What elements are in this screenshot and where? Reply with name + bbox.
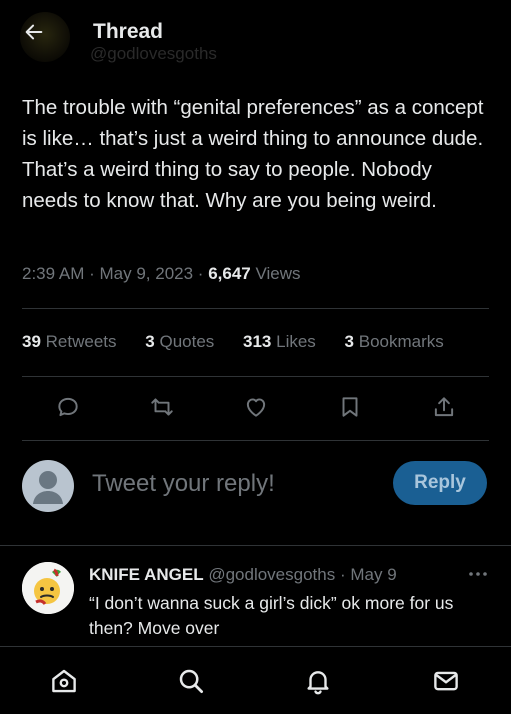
retweet-icon xyxy=(151,398,173,416)
faded-handle: @godlovesgoths xyxy=(90,44,217,63)
stat-bookmarks[interactable]: 3 Bookmarks xyxy=(345,332,444,352)
comment-author-name[interactable]: KNIFE ANGEL xyxy=(89,565,204,584)
meta-separator: · xyxy=(89,264,100,283)
reply-submit-button[interactable]: Reply xyxy=(393,461,487,505)
views-label: Views xyxy=(255,264,301,283)
nav-home[interactable] xyxy=(48,665,80,697)
comment-text: “I don’t wanna suck a girl’s dick” ok mo… xyxy=(89,593,454,638)
bookmark-button[interactable] xyxy=(335,392,365,422)
stat-count: 313 xyxy=(243,332,272,351)
comment-avatar[interactable] xyxy=(22,562,74,614)
stat-label: Quotes xyxy=(159,332,215,351)
nav-messages[interactable] xyxy=(430,665,462,697)
comment-date[interactable]: May 9 xyxy=(350,565,396,584)
nav-notifications[interactable] xyxy=(302,665,334,697)
more-options-button[interactable] xyxy=(467,564,489,584)
tweet-meta: 2:39 AM · May 9, 2023 · 6,647 Views xyxy=(22,264,301,284)
stat-retweets[interactable]: 39 Retweets xyxy=(22,332,117,352)
tweet-date[interactable]: May 9, 2023 xyxy=(100,264,194,283)
nav-search[interactable] xyxy=(175,665,207,697)
stat-count: 39 xyxy=(22,332,41,351)
tweet-text: The trouble with “genital preferences” a… xyxy=(22,96,484,212)
arrow-left-icon xyxy=(25,24,43,40)
tweet-actions xyxy=(0,392,511,422)
reply-input[interactable]: Tweet your reply! xyxy=(92,470,275,498)
bookmark-icon xyxy=(342,397,358,417)
more-icon xyxy=(469,572,487,576)
divider xyxy=(22,376,489,377)
reply-icon xyxy=(58,397,78,417)
tweet-time[interactable]: 2:39 AM xyxy=(22,264,84,283)
comment-header: KNIFE ANGEL @godlovesgoths · May 9 xyxy=(89,565,397,585)
share-icon xyxy=(434,397,454,417)
messages-icon xyxy=(434,671,458,691)
divider xyxy=(22,440,489,441)
stat-quotes[interactable]: 3 Quotes xyxy=(145,332,214,352)
avatar[interactable] xyxy=(22,460,74,512)
stat-label: Likes xyxy=(276,332,316,351)
emoji-avatar-icon xyxy=(22,562,74,614)
stat-label: Retweets xyxy=(45,332,117,351)
stat-label: Bookmarks xyxy=(358,332,444,351)
meta-separator: · xyxy=(339,565,351,584)
like-icon xyxy=(246,398,266,417)
meta-separator: · xyxy=(197,264,209,283)
home-icon xyxy=(52,669,76,693)
page-title: Thread xyxy=(93,20,164,43)
views-count: 6,647 xyxy=(208,264,251,283)
divider xyxy=(0,545,511,546)
tweet-stats: 39 Retweets 3 Quotes 313 Likes 3 Bookmar… xyxy=(22,332,468,352)
comment-handle[interactable]: @godlovesgoths xyxy=(208,565,335,584)
share-button[interactable] xyxy=(429,392,459,422)
default-avatar-icon xyxy=(33,471,63,504)
like-button[interactable] xyxy=(241,392,271,422)
notifications-icon xyxy=(307,671,329,695)
retweet-button[interactable] xyxy=(147,392,177,422)
search-icon xyxy=(179,669,203,693)
stat-count: 3 xyxy=(344,332,355,351)
top-bar: @godlovesgoths Thread xyxy=(0,0,511,66)
stat-likes[interactable]: 313 Likes xyxy=(243,332,316,352)
divider xyxy=(22,308,489,309)
bottom-nav xyxy=(0,646,511,714)
reply-button[interactable] xyxy=(53,392,83,422)
back-button[interactable] xyxy=(16,14,52,50)
stat-count: 3 xyxy=(145,332,155,351)
